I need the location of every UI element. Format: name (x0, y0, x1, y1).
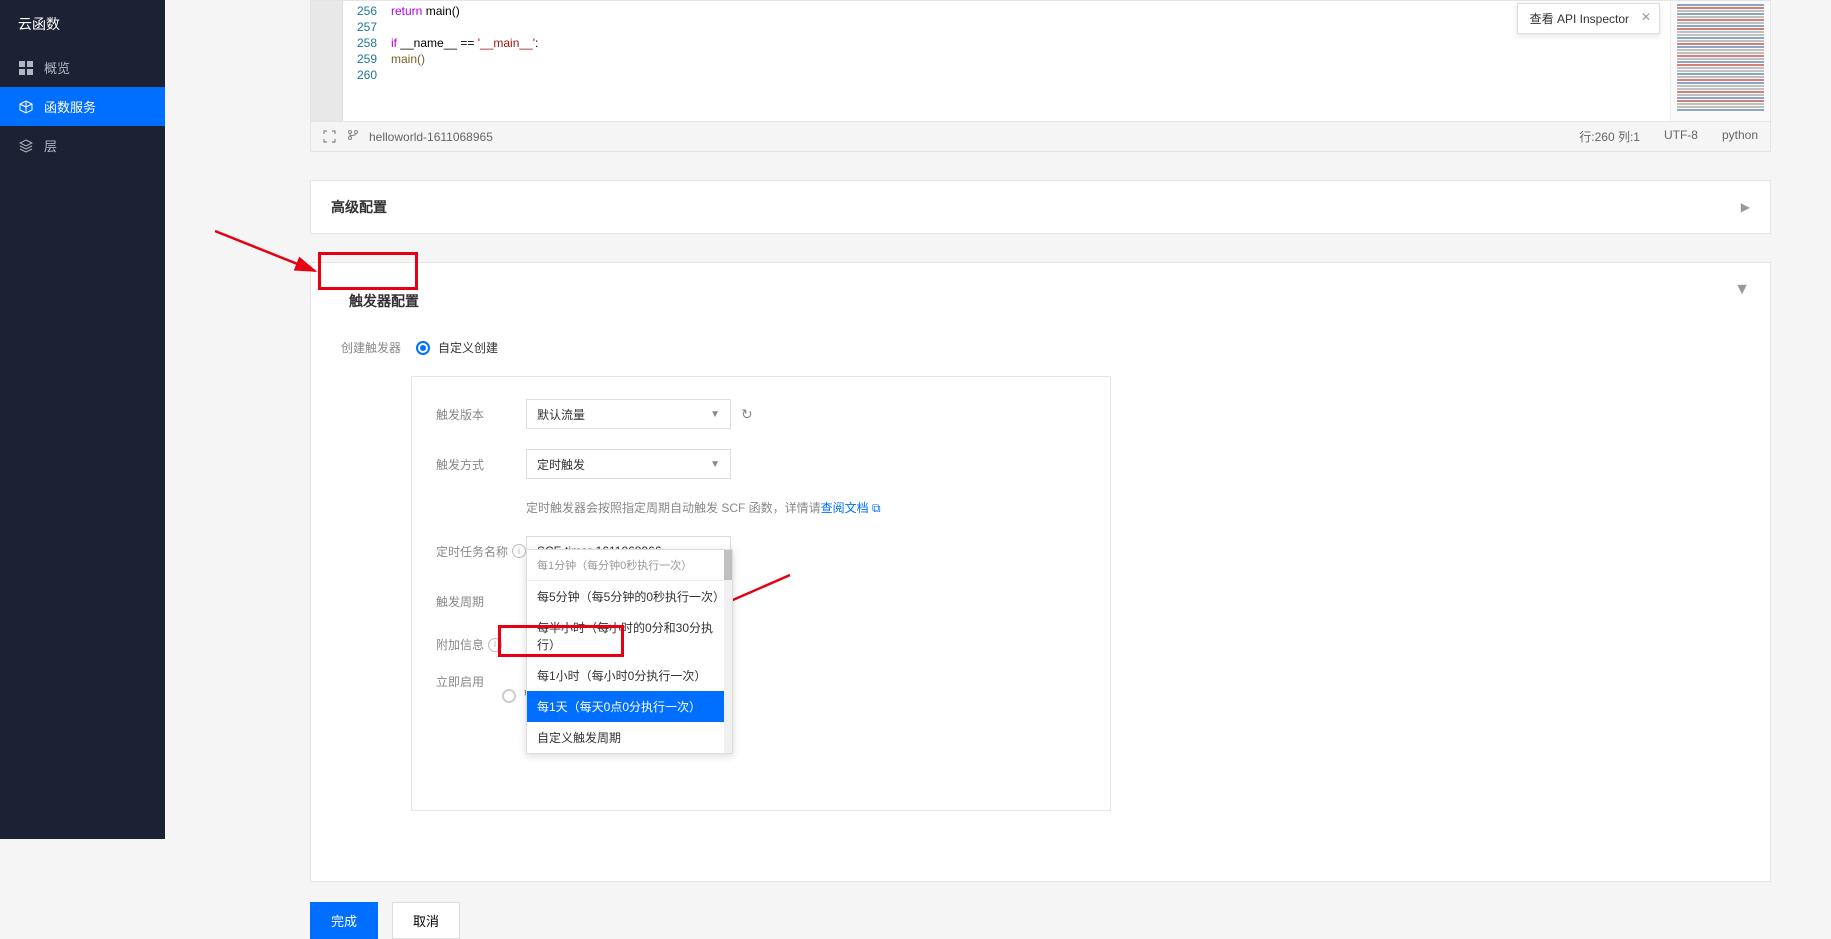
trigger-config-title: 触发器配置 (331, 281, 437, 321)
dropdown-option[interactable]: 每半小时（每小时的0分和30分执行） (527, 612, 732, 660)
sidebar: 云函数 概览 函数服务 层 (0, 0, 165, 839)
main-content: 256 257 258 259 260 return main() if __n… (180, 0, 1831, 839)
editor-gutter (311, 1, 343, 121)
radio-unchecked-icon (502, 689, 516, 703)
chevron-down-icon[interactable]: ▼ (1734, 281, 1750, 299)
file-encoding: UTF-8 (1664, 128, 1698, 145)
advanced-config-section[interactable]: 高级配置 ▶ (310, 180, 1771, 234)
external-link-icon: ⧉ (872, 501, 881, 515)
help-icon[interactable]: i (512, 544, 526, 558)
caret-down-icon: ▼ (710, 459, 720, 470)
dropdown-option[interactable]: 自定义触发周期 (527, 722, 732, 753)
code-minimap[interactable] (1670, 1, 1770, 121)
advanced-config-title: 高级配置 (331, 197, 387, 217)
cycle-label: 触发周期 (436, 593, 526, 610)
sidebar-item-label: 层 (44, 136, 57, 155)
cycle-dropdown: 每1分钟（每分钟0秒执行一次） 每5分钟（每5分钟的0秒执行一次） 每半小时（每… (526, 549, 733, 754)
version-label: 触发版本 (436, 406, 526, 423)
caret-down-icon: ▼ (710, 409, 720, 420)
sidebar-item-label: 概览 (44, 58, 70, 77)
method-select[interactable]: 定时触发 ▼ (526, 449, 731, 479)
layers-icon (18, 138, 34, 154)
sidebar-item-functions[interactable]: 函数服务 (0, 87, 165, 126)
method-label: 触发方式 (436, 456, 526, 473)
submit-button[interactable]: 完成 (310, 902, 378, 939)
trigger-form: 触发版本 默认流量 ▼ ↻ 触发方式 定时触发 ▼ 定时触发器会按照指定周期自动… (411, 376, 1111, 811)
sidebar-item-overview[interactable]: 概览 (0, 48, 165, 87)
dropdown-option-selected[interactable]: 每1天（每天0点0分执行一次） (527, 691, 732, 722)
close-icon[interactable]: ✕ (1641, 10, 1651, 24)
trigger-config-section: 触发器配置 ▼ 创建触发器 自定义创建 触发版本 默认流量 ▼ ↻ 触发方式 (310, 262, 1771, 882)
scrollbar[interactable] (724, 550, 732, 753)
grid-icon (18, 60, 34, 76)
footer-actions: 完成 取消 (310, 902, 1771, 939)
file-language: python (1722, 128, 1758, 145)
sidebar-item-label: 函数服务 (44, 97, 96, 116)
cursor-position: 行:260 列:1 (1579, 128, 1640, 145)
line-numbers: 256 257 258 259 260 (343, 1, 383, 121)
dropdown-option[interactable]: 每1分钟（每分钟0秒执行一次） (527, 550, 732, 581)
fullscreen-icon[interactable] (323, 130, 337, 144)
chevron-right-icon: ▶ (1741, 200, 1750, 214)
code-editor-card: 256 257 258 259 260 return main() if __n… (310, 0, 1771, 152)
branch-icon (347, 129, 359, 144)
editor-status-bar: helloworld-1611068965 行:260 列:1 UTF-8 py… (311, 121, 1770, 151)
radio-checked-icon (416, 341, 430, 355)
dropdown-option[interactable]: 每1小时（每小时0分执行一次） (527, 660, 732, 691)
editor-filename: helloworld-1611068965 (369, 130, 493, 144)
create-trigger-label: 创建触发器 (341, 339, 416, 356)
docs-link[interactable]: 查阅文档 (821, 501, 869, 515)
api-inspector-toast[interactable]: 查看 API Inspector ✕ (1517, 3, 1660, 34)
sidebar-item-layers[interactable]: 层 (0, 126, 165, 165)
custom-create-radio[interactable]: 自定义创建 (416, 339, 498, 356)
dropdown-option[interactable]: 每5分钟（每5分钟的0秒执行一次） (527, 581, 732, 612)
scrollbar-thumb[interactable] (724, 550, 732, 580)
code-editor[interactable]: 256 257 258 259 260 return main() if __n… (311, 1, 1770, 121)
sidebar-title: 云函数 (0, 0, 165, 48)
task-name-label: 定时任务名称 i (436, 543, 526, 560)
refresh-icon[interactable]: ↻ (741, 406, 753, 423)
cube-icon (18, 99, 34, 115)
help-icon[interactable]: i (488, 638, 502, 652)
extra-info-label: 附加信息 i (436, 636, 526, 653)
cancel-button[interactable]: 取消 (392, 902, 460, 939)
hint-text: 定时触发器会按照指定周期自动触发 SCF 函数，详情请查阅文档 ⧉ (526, 499, 881, 516)
version-select[interactable]: 默认流量 ▼ (526, 399, 731, 429)
create-trigger-row: 创建触发器 自定义创建 (331, 339, 1750, 356)
